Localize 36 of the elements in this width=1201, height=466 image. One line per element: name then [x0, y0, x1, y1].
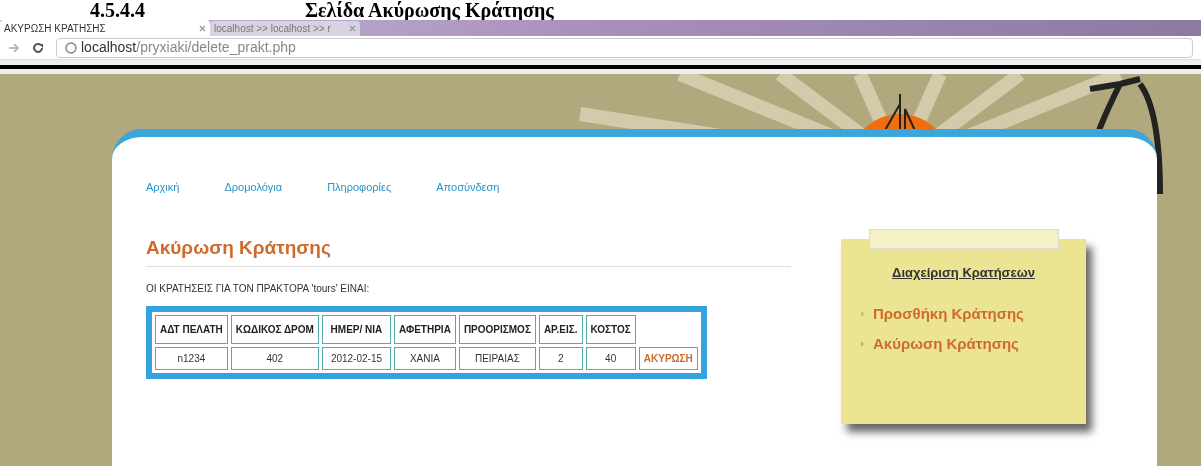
table-cell: 2012-02-15	[321, 347, 392, 370]
reload-icon[interactable]	[32, 41, 44, 54]
column-header: ΗΜΕΡ/ ΝΙΑ	[321, 315, 392, 344]
bullet-icon	[861, 310, 865, 317]
nav-link[interactable]: Δρομολόγια	[224, 179, 283, 196]
column-header: ΑΡ.ΕΙΣ.	[538, 315, 583, 344]
forward-arrow-icon[interactable]	[8, 42, 20, 53]
sidebar-link[interactable]: Προσθήκη Κράτησης	[873, 302, 1024, 325]
table-cell: ΧΑΝΙΑ	[394, 347, 456, 370]
column-header: ΑΔΤ ΠΕΛΑΤΗ	[155, 315, 228, 344]
table-cell: 40	[585, 347, 636, 370]
sidebar-title: Διαχείριση Κρατήσεων	[892, 264, 1035, 282]
nav-link[interactable]: Αρχική	[146, 179, 180, 196]
table-cell: 402	[230, 347, 319, 370]
table-cell: ΠΕΙΡΑΙΑΣ	[458, 347, 536, 370]
column-header: ΠΡΟΟΡΙΣΜΟΣ	[458, 315, 536, 344]
browser-tab[interactable]: ΑΚΥΡΩΣΗ ΚΡΑΤΗΣΗΣ	[0, 20, 210, 36]
page-title: Ακύρωση Κράτησης	[146, 233, 791, 267]
globe-icon	[65, 41, 77, 54]
table-cell: n1234	[155, 347, 228, 370]
column-header: ΚΩΔΙΚΟΣ ΔΡΟΜ	[230, 315, 319, 344]
bullet-icon	[861, 341, 865, 348]
url-text: localhost/pryxiaki/delete_prakt.php	[81, 38, 296, 57]
browser-tab[interactable]: localhost >> localhost >> r	[210, 21, 360, 36]
cancel-link[interactable]: ΑΚΥΡΩΣΗ	[638, 347, 698, 370]
column-header: ΚΟΣΤΟΣ	[585, 315, 636, 344]
table-cell: 2	[538, 347, 583, 370]
sidebar-link[interactable]: Ακύρωση Κράτησης	[873, 333, 1019, 356]
document-heading-number: 4.5.4.4	[90, 0, 145, 20]
address-bar[interactable]: localhost/pryxiaki/delete_prakt.php	[56, 37, 1193, 58]
column-header: ΑΦΕΤΗΡΙΑ	[394, 315, 456, 344]
close-icon[interactable]	[199, 24, 206, 32]
close-icon[interactable]	[349, 25, 356, 32]
nav-link[interactable]: Αποσύνδεση	[436, 179, 500, 196]
nav-link[interactable]: Πληροφορίες	[327, 179, 392, 196]
intro-text: ΟΙ ΚΡΑΤΗΣΕΙΣ ΓΙΑ ΤΟΝ ΠΡΑΚΤΟΡΑ 'tours' ΕΙΝΑΙ:	[146, 282, 371, 296]
